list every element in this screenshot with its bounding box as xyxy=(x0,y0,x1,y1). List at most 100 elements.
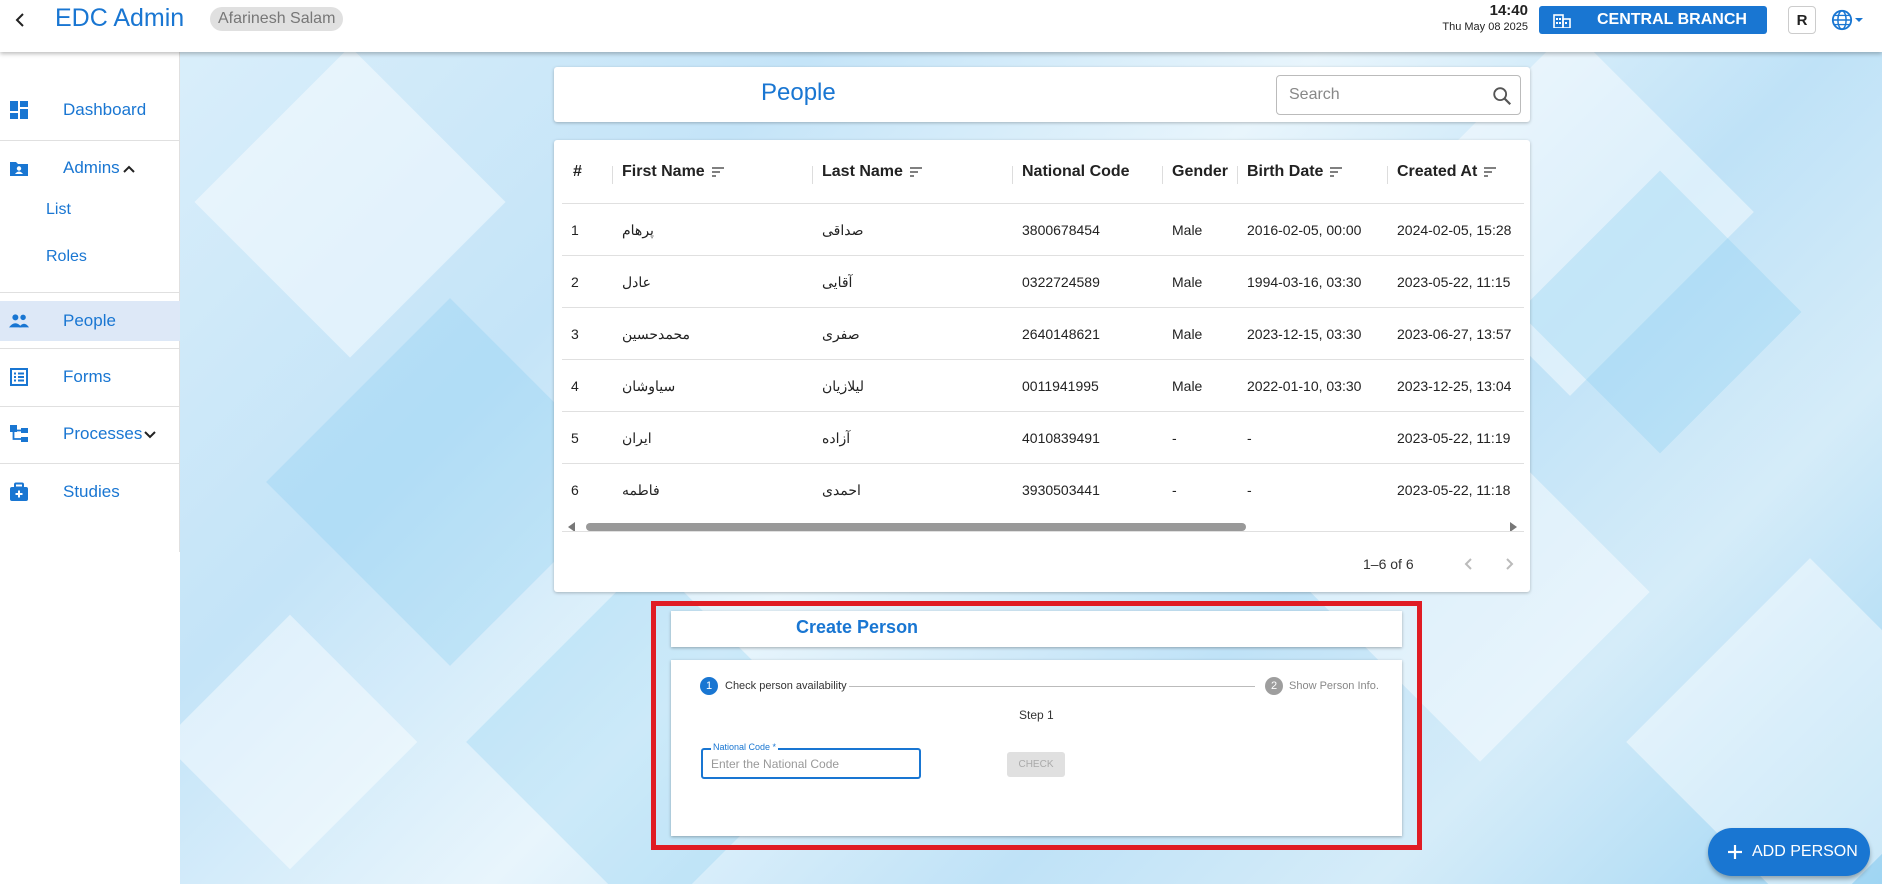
search-field[interactable] xyxy=(1276,75,1521,115)
sidebar-item-label: Forms xyxy=(63,367,112,386)
sidebar-item-list[interactable]: List xyxy=(0,197,180,223)
clock-time: 14:40 xyxy=(1489,2,1528,19)
column-header-label: Last Name xyxy=(822,162,903,180)
people-icon xyxy=(9,311,29,331)
cell-birth-date: 2016-02-05, 00:00 xyxy=(1247,222,1362,238)
cell-last-name: آزاده xyxy=(822,429,851,446)
cell-gender: - xyxy=(1172,430,1177,446)
studies-icon xyxy=(9,482,29,502)
branch-button[interactable]: CENTRAL BRANCH xyxy=(1539,6,1767,34)
table-row[interactable]: 3 محمدحسین صفری 2640148621 Male 2023-12-15, 0… xyxy=(562,307,1524,359)
caret-down-icon xyxy=(1855,18,1863,22)
cell-first-name: پرهام xyxy=(622,221,654,238)
sidebar-item-processes[interactable]: Processes xyxy=(0,420,180,448)
people-table-card: # First Name Last Name National Code Gen… xyxy=(554,140,1530,592)
cell-created-at: 2023-05-22, 11:18 xyxy=(1397,482,1511,498)
add-person-button[interactable]: ADD PERSON xyxy=(1708,828,1870,876)
column-header-index: # xyxy=(573,162,582,180)
search-input[interactable] xyxy=(1289,84,1479,106)
cell-index: 1 xyxy=(571,222,579,238)
cell-national-code: 0011941995 xyxy=(1022,378,1099,394)
scrollbar-thumb[interactable] xyxy=(586,523,1246,531)
add-person-label: ADD PERSON xyxy=(1752,843,1858,860)
column-header-label: First Name xyxy=(622,162,705,180)
cell-first-name: محمدحسین xyxy=(622,325,691,342)
table-row[interactable]: 1 پرهام صداقی 3800678454 Male 2016-02-05, 00:… xyxy=(562,203,1524,255)
cell-birth-date: - xyxy=(1247,430,1252,446)
cell-gender: Male xyxy=(1172,274,1203,290)
clock: 14:40 Thu May 08 2025 xyxy=(1436,2,1528,34)
sidebar-item-label: Dashboard xyxy=(63,100,147,119)
cell-first-name: فاطمه xyxy=(622,481,660,498)
sidebar-item-label: List xyxy=(46,201,71,218)
column-header-first-name[interactable]: First Name xyxy=(622,140,725,203)
form-icon xyxy=(9,367,29,387)
step-2-indicator: 2 xyxy=(1265,677,1283,695)
back-icon[interactable] xyxy=(10,8,30,32)
user-chip: Afarinesh Salam xyxy=(210,7,344,31)
sidebar-item-dashboard[interactable]: Dashboard xyxy=(0,96,180,124)
people-header-card: People xyxy=(554,67,1530,122)
sidebar-item-label: Processes xyxy=(63,424,143,443)
table-row[interactable]: 6 فاطمه احمدی 3930503441 - - 2023-05-22, 11:18 xyxy=(562,463,1524,515)
role-badge-button[interactable]: R xyxy=(1788,6,1816,34)
sidebar-item-studies[interactable]: Studies xyxy=(0,478,180,506)
cell-national-code: 0322724589 xyxy=(1022,274,1100,290)
pagination-label: 1–6 of 6 xyxy=(1363,556,1414,572)
cell-gender: Male xyxy=(1172,222,1203,238)
column-header-birth-date[interactable]: Birth Date xyxy=(1247,140,1343,203)
cell-national-code: 3800678454 xyxy=(1022,222,1100,238)
top-app-bar: EDC Admin Afarinesh Salam 14:40 Thu May … xyxy=(0,0,1882,52)
create-person-stepper-card: 1 Check person availability 2 Show Perso… xyxy=(671,660,1402,836)
table-row[interactable]: 4 سیاوشان لیلازیان 0011941995 Male 2022-01-10… xyxy=(562,359,1524,411)
cell-last-name: صداقی xyxy=(822,221,864,238)
search-icon[interactable] xyxy=(1491,85,1513,107)
sidebar-item-people[interactable]: People xyxy=(0,301,180,341)
sort-icon[interactable] xyxy=(1329,166,1343,177)
step-1-indicator: 1 xyxy=(700,677,718,695)
table-pagination: 1–6 of 6 xyxy=(562,531,1524,591)
stepper-connector xyxy=(849,686,1255,687)
national-code-input[interactable] xyxy=(711,755,911,773)
cell-index: 2 xyxy=(571,274,579,290)
cell-national-code: 3930503441 xyxy=(1022,482,1100,498)
sidebar-item-label: Studies xyxy=(63,482,120,501)
cell-birth-date: 2023-12-15, 03:30 xyxy=(1247,326,1362,342)
sort-icon[interactable] xyxy=(711,166,725,177)
step-1-label: Check person availability xyxy=(725,680,847,692)
cell-index: 4 xyxy=(571,378,579,394)
cell-gender: - xyxy=(1172,482,1177,498)
sidebar-item-roles[interactable]: Roles xyxy=(0,244,180,270)
sidebar-item-label: Admins xyxy=(63,158,120,177)
clock-date: Thu May 08 2025 xyxy=(1442,21,1528,33)
check-button[interactable]: CHECK xyxy=(1007,752,1065,777)
cell-last-name: صفری xyxy=(822,325,860,342)
column-header-last-name[interactable]: Last Name xyxy=(822,140,923,203)
page-title: People xyxy=(761,79,836,106)
table-row[interactable]: 5 ایران آزاده 4010839491 - - 2023-05-22, 11:19 xyxy=(562,411,1524,463)
language-button[interactable] xyxy=(1830,8,1870,32)
table-row[interactable]: 2 عادل آقایی 0322724589 Male 1994-03-16, 03:3… xyxy=(562,255,1524,307)
national-code-label: National Code * xyxy=(711,742,779,752)
app-title: EDC Admin xyxy=(55,4,185,32)
dashboard-icon xyxy=(9,100,29,120)
cell-first-name: سیاوشان xyxy=(622,377,676,394)
chevron-up-icon xyxy=(123,165,135,173)
cell-last-name: آقایی xyxy=(822,273,853,290)
national-code-field[interactable] xyxy=(701,748,921,779)
sidebar-item-admins[interactable]: Admins xyxy=(0,154,180,182)
step-2-label: Show Person Info. xyxy=(1289,680,1379,692)
cell-gender: Male xyxy=(1172,378,1203,394)
cell-birth-date: 1994-03-16, 03:30 xyxy=(1247,274,1362,290)
previous-page-icon[interactable] xyxy=(1459,554,1479,574)
admin-folder-icon xyxy=(9,158,29,178)
sort-icon[interactable] xyxy=(909,166,923,177)
column-header-created-at[interactable]: Created At xyxy=(1397,140,1497,203)
next-page-icon[interactable] xyxy=(1499,554,1519,574)
plus-icon xyxy=(1728,845,1742,859)
globe-icon xyxy=(1831,9,1853,31)
sort-icon[interactable] xyxy=(1483,166,1497,177)
sidebar-item-forms[interactable]: Forms xyxy=(0,363,180,391)
column-header-label: Created At xyxy=(1397,162,1478,180)
column-header-national-code: National Code xyxy=(1022,162,1130,180)
